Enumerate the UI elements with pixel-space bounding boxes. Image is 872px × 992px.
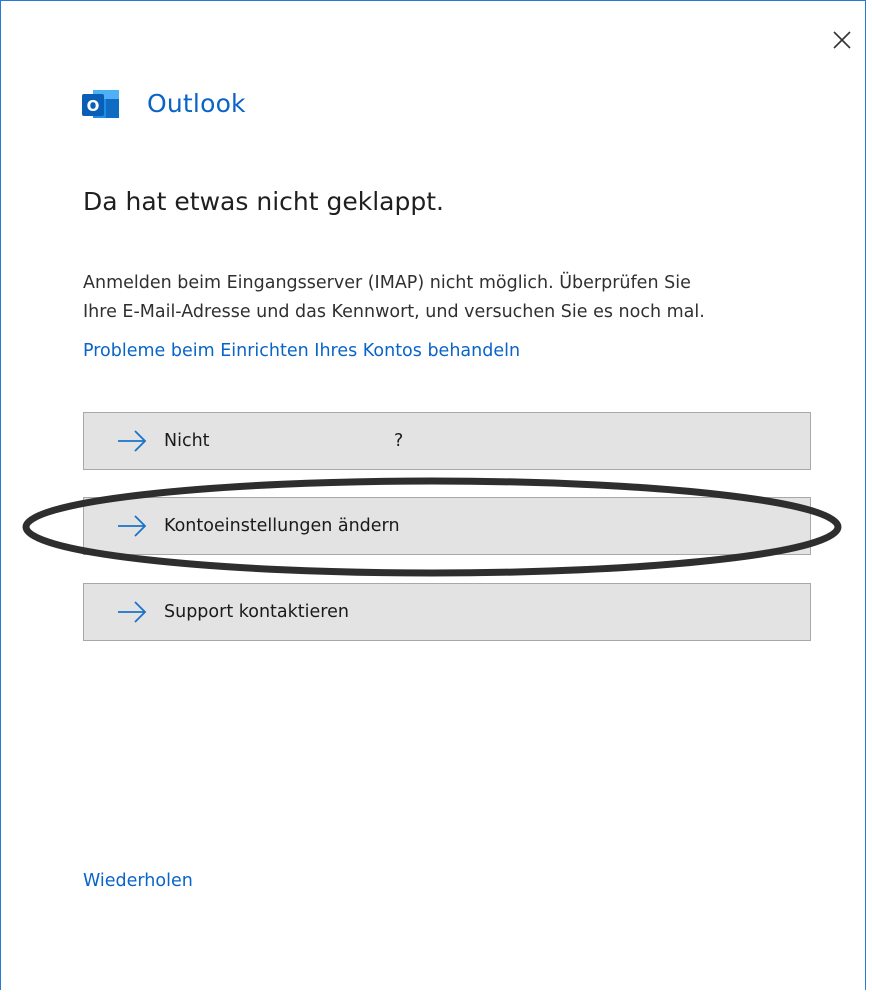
error-message: Anmelden beim Eingangsserver (IMAP) nich…: [83, 269, 803, 327]
outlook-logo-icon: O: [82, 90, 119, 118]
error-message-line-1: Anmelden beim Eingangsserver (IMAP) nich…: [83, 273, 691, 293]
not-account-label: Nicht: [164, 431, 210, 451]
app-title: Outlook: [147, 89, 246, 118]
contact-support-label: Support kontaktieren: [164, 602, 349, 622]
close-button[interactable]: [825, 25, 859, 55]
not-account-suffix: ?: [394, 431, 404, 451]
outlook-logo-letter: O: [87, 97, 100, 115]
arrow-right-icon: [118, 430, 147, 452]
account-setup-dialog: O Outlook Da hat etwas nicht geklappt. A…: [0, 0, 866, 990]
error-message-line-2: Ihre E-Mail-Adresse und das Kennwort, un…: [83, 302, 705, 322]
troubleshoot-link[interactable]: Probleme beim Einrichten Ihres Kontos be…: [83, 337, 520, 366]
arrow-right-icon: [118, 601, 147, 623]
close-icon: [833, 31, 851, 49]
change-account-settings-label: Kontoeinstellungen ändern: [164, 516, 400, 536]
error-heading: Da hat etwas nicht geklappt.: [83, 187, 444, 216]
change-account-settings-button[interactable]: Kontoeinstellungen ändern: [83, 497, 811, 555]
retry-link[interactable]: Wiederholen: [83, 867, 193, 896]
contact-support-button[interactable]: Support kontaktieren: [83, 583, 811, 641]
arrow-right-icon: [118, 515, 147, 537]
not-account-button[interactable]: Nicht ?: [83, 412, 811, 470]
